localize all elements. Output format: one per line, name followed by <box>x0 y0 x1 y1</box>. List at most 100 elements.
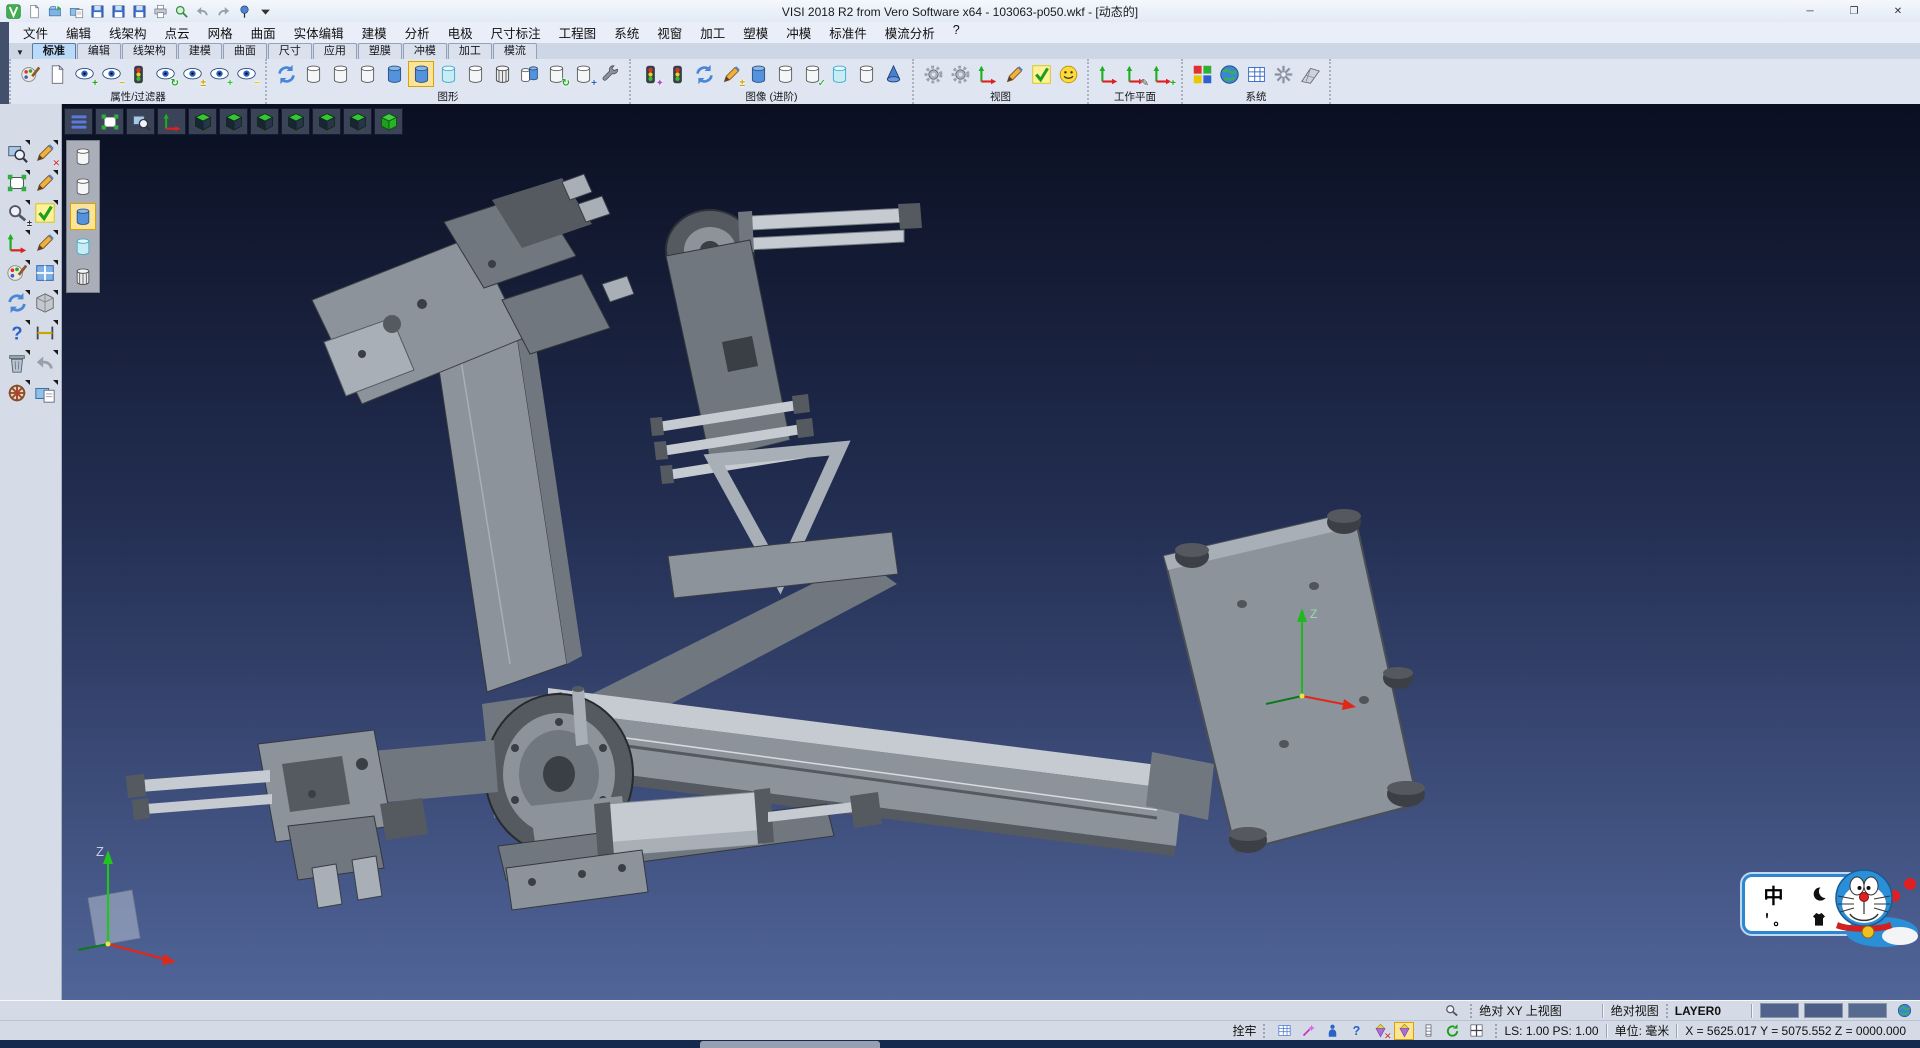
view-right-icon[interactable] <box>281 108 310 135</box>
system-colors-icon[interactable] <box>1189 61 1215 87</box>
draft-quality-icon[interactable] <box>772 61 798 87</box>
workplane-edit-icon[interactable]: ✎ <box>1122 61 1148 87</box>
shade-settings-icon[interactable] <box>597 61 623 87</box>
system-table-icon[interactable] <box>1243 61 1269 87</box>
absolute-view-status[interactable]: 绝对视图 <box>1611 1002 1659 1019</box>
sketch-spline-icon[interactable] <box>32 230 58 256</box>
menu-item-4[interactable]: 点云 <box>156 23 199 42</box>
globe-icon[interactable] <box>1894 1002 1914 1020</box>
zoom-window-icon[interactable] <box>126 108 155 135</box>
viewport-3d[interactable]: Z Z <box>62 104 1920 1000</box>
save-as-icon[interactable] <box>109 2 127 20</box>
section-cone-icon[interactable] <box>880 61 906 87</box>
ribbon-tab-7[interactable]: 应用 <box>313 43 357 59</box>
undo-icon[interactable] <box>193 2 211 20</box>
snap-gem-on-icon[interactable] <box>1394 1022 1414 1040</box>
zoom-inout-icon[interactable]: ± <box>4 200 30 226</box>
regenerate-icon[interactable] <box>4 290 30 316</box>
annotate-view-icon[interactable] <box>1001 61 1027 87</box>
view-left-icon[interactable] <box>312 108 341 135</box>
menu-item-8[interactable]: 建模 <box>353 23 396 42</box>
view-shaded-icon[interactable] <box>374 108 403 135</box>
zoom-extents-icon[interactable] <box>4 170 30 196</box>
menu-item-1[interactable]: 文件 <box>14 23 57 42</box>
workplane-new-icon[interactable]: + <box>1149 61 1175 87</box>
menu-item-16[interactable]: 塑模 <box>734 23 777 42</box>
ribbon-tab-8[interactable]: 塑膜 <box>358 43 402 59</box>
attributes-palette-icon[interactable] <box>17 61 43 87</box>
file-copy-icon[interactable] <box>32 380 58 406</box>
attribute-page-icon[interactable] <box>44 61 70 87</box>
ribbon-tab-2[interactable]: 编辑 <box>77 43 121 59</box>
translucent-image-icon[interactable] <box>826 61 852 87</box>
hidden-line-mode-icon[interactable] <box>327 61 353 87</box>
solid-quality-icon[interactable] <box>745 61 771 87</box>
undo-arrow-icon[interactable] <box>32 350 58 376</box>
measure-icon[interactable] <box>32 320 58 346</box>
show-all-icon[interactable]: + <box>206 61 232 87</box>
tabbar-dropdown[interactable]: ▼ <box>12 48 32 59</box>
save-all-icon[interactable] <box>130 2 148 20</box>
menu-item-2[interactable]: 编辑 <box>57 23 100 42</box>
menu-item-15[interactable]: 加工 <box>691 23 734 42</box>
regen-shade-icon[interactable] <box>273 61 299 87</box>
view-top-icon[interactable] <box>219 108 248 135</box>
save-icon[interactable] <box>88 2 106 20</box>
menu-item-9[interactable]: 分析 <box>396 23 439 42</box>
confirm-check-icon[interactable] <box>32 200 58 226</box>
flat-shade-mode-icon[interactable] <box>462 61 488 87</box>
layer-color-swatch-3[interactable] <box>1848 1003 1887 1018</box>
redo-icon[interactable] <box>214 2 232 20</box>
menu-item-10[interactable]: 电极 <box>439 23 482 42</box>
snap-rotate-icon[interactable] <box>1442 1022 1462 1040</box>
shaded-edges-mode-icon[interactable] <box>408 61 434 87</box>
ribbon-tab-6[interactable]: 尺寸 <box>268 43 312 59</box>
units-status[interactable]: 单位: 毫米 <box>1615 1022 1670 1039</box>
quickbar-more-icon[interactable] <box>256 2 274 20</box>
panel-translucent-icon[interactable] <box>70 233 96 260</box>
delete-trash-icon[interactable] <box>4 350 30 376</box>
ribbon-tab-1[interactable]: 标准 <box>32 43 76 59</box>
wireframe-mode-icon[interactable] <box>300 61 326 87</box>
copy-shade-icon[interactable]: + <box>570 61 596 87</box>
ribbon-tab-10[interactable]: 加工 <box>448 43 492 59</box>
menu-item-12[interactable]: 工程图 <box>550 23 606 42</box>
view-axes-icon[interactable] <box>157 108 186 135</box>
image-adjust-icon[interactable]: ± <box>718 61 744 87</box>
refresh-visibility-icon[interactable]: ↻ <box>152 61 178 87</box>
layer-color-swatch-2[interactable] <box>1804 1003 1843 1018</box>
image-traffic-icon[interactable] <box>664 61 690 87</box>
multi-shade-icon[interactable] <box>516 61 542 87</box>
ribbon-tab-3[interactable]: 线架构 <box>122 43 177 59</box>
maximize-button[interactable]: ❐ <box>1832 0 1876 22</box>
hide-all-icon[interactable]: − <box>233 61 259 87</box>
zoom-fit-icon[interactable] <box>95 108 124 135</box>
ime-mode-indicator[interactable]: 中 <box>1764 880 1784 909</box>
view-settings-icon[interactable] <box>920 61 946 87</box>
system-settings-icon[interactable] <box>1270 61 1296 87</box>
options-pin-icon[interactable] <box>235 2 253 20</box>
view-front-icon[interactable] <box>250 108 279 135</box>
image-refresh-icon[interactable] <box>691 61 717 87</box>
ime-toolbar[interactable]: 中 ＇。 <box>1742 866 1920 948</box>
snap-help-icon[interactable] <box>1346 1022 1366 1040</box>
search-icon[interactable] <box>1441 1002 1461 1020</box>
menu-item-20[interactable]: ? <box>944 23 969 42</box>
zoom-select-icon[interactable] <box>4 140 30 166</box>
active-layer[interactable]: LAYER0 <box>1675 1004 1721 1018</box>
ribbon-tab-11[interactable]: 模流 <box>493 43 537 59</box>
accept-view-icon[interactable] <box>1028 61 1054 87</box>
view-orientation-status[interactable]: 绝对 XY 上视图 <box>1479 1002 1561 1019</box>
menu-item-11[interactable]: 尺寸标注 <box>482 23 550 42</box>
snap-figure-icon[interactable] <box>1322 1022 1342 1040</box>
layer-color-swatch-1[interactable] <box>1760 1003 1799 1018</box>
dynamic-pan-icon[interactable] <box>4 230 30 256</box>
menu-item-7[interactable]: 实体编辑 <box>285 23 353 42</box>
system-grid-icon[interactable] <box>1297 61 1323 87</box>
menu-item-19[interactable]: 模流分析 <box>876 23 944 42</box>
system-globe-icon[interactable] <box>1216 61 1242 87</box>
viewports-icon[interactable] <box>32 260 58 286</box>
help-icon[interactable] <box>4 320 30 346</box>
ribbon-tab-9[interactable]: 冲模 <box>403 43 447 59</box>
hide-entities-icon[interactable]: − <box>98 61 124 87</box>
